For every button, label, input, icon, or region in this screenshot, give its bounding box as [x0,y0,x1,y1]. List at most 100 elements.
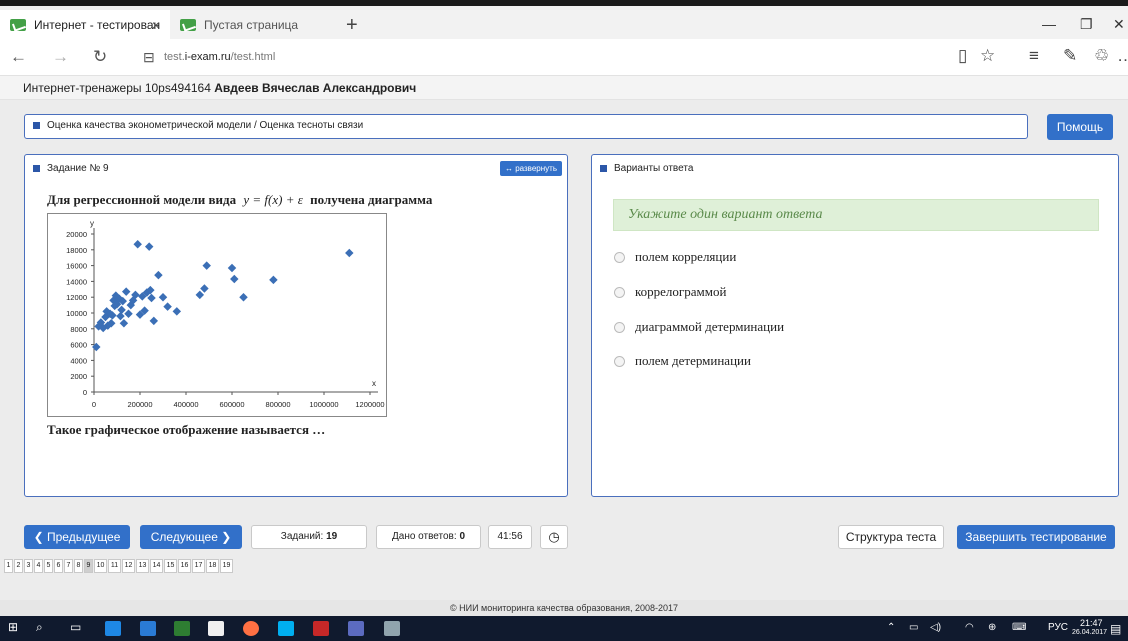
radio-button[interactable] [614,251,625,263]
web-note-icon[interactable]: ✎ [1063,46,1077,66]
refresh-icon[interactable]: ↻ [93,47,107,67]
pdf-reader-icon[interactable] [313,621,329,636]
answer-option-2[interactable]: коррелограммой [614,284,726,300]
show-hidden-icons[interactable]: ⌃ [887,622,895,633]
store-icon[interactable] [208,621,224,636]
clock-date[interactable]: 26.04.2017 [1072,629,1107,636]
y-axis-label: y [90,219,94,228]
footer-copyright: © НИИ мониторинга качества образования, … [0,600,1128,616]
network-icon[interactable]: ⊕ [988,622,996,633]
edge-browser-icon[interactable] [105,621,121,636]
page-button-13[interactable]: 13 [136,559,149,573]
square-bullet-icon [600,164,607,172]
page-button-14[interactable]: 14 [150,559,163,573]
test-structure-button[interactable]: Структура теста [838,525,944,549]
page-button-6[interactable]: 6 [54,559,63,573]
firefox-icon[interactable] [243,621,259,636]
data-point [163,302,172,311]
page-button-17[interactable]: 17 [192,559,205,573]
y-tick-label: 12000 [66,293,87,302]
data-point [92,342,101,352]
keyboard-icon[interactable]: ⌨ [1012,622,1026,633]
answer-option-4[interactable]: полем детерминации [614,353,751,369]
page-button-3[interactable]: 3 [24,559,33,573]
answer-option-3[interactable]: диаграммой детерминации [614,319,784,335]
radio-button[interactable] [614,355,625,367]
favorite-star-icon[interactable]: ☆ [980,46,995,66]
notifications-icon[interactable]: ▤ [1110,622,1121,636]
forward-icon[interactable]: → [52,47,69,67]
help-button[interactable]: Помощь [1047,114,1113,140]
page-button-12[interactable]: 12 [122,559,135,573]
radio-button[interactable] [614,321,625,333]
previous-button[interactable]: ❮ Предыдущее [24,525,130,549]
page-button-9[interactable]: 9 [84,559,93,573]
topic-text: Оценка качества эконометрической модели … [47,120,364,131]
minimize-icon[interactable]: — [1042,16,1056,32]
data-point [116,311,125,321]
task-view-icon[interactable]: ▭ [70,620,81,634]
task-title: Задание № 9 [33,163,109,174]
excel-icon[interactable] [174,621,190,636]
page-button-7[interactable]: 7 [64,559,73,573]
answer-hint: Укажите один вариант ответа [613,199,1099,231]
page-button-8[interactable]: 8 [74,559,83,573]
tab-internet-testing[interactable]: Интернет - тестирован × [0,10,170,39]
radio-button[interactable] [614,286,625,298]
new-tab-button[interactable]: + [346,14,358,37]
skype-icon[interactable] [278,621,294,636]
language-indicator[interactable]: РУС [1048,622,1068,633]
page-button-15[interactable]: 15 [164,559,177,573]
volume-icon[interactable]: ◁) [930,622,941,633]
tab-blank-page[interactable]: Пустая страница [170,10,338,39]
trainer-id: Интернет-тренажеры 10ps494164 [23,81,211,95]
share-icon[interactable]: ♲ [1094,46,1109,66]
main-content: Оценка качества эконометрической модели … [0,100,1128,600]
data-point [345,248,354,258]
url-field[interactable]: test.i-exam.ru/test.html [164,51,275,63]
y-tick-label: 6000 [70,341,87,350]
finish-test-button[interactable]: Завершить тестирование [957,525,1115,549]
page-button-10[interactable]: 10 [94,559,107,573]
answer-option-1[interactable]: полем корреляции [614,249,736,265]
x-tick-label: 400000 [173,400,198,409]
expand-button[interactable]: ↔ развернуть [499,161,562,176]
clock-time[interactable]: 21:47 [1080,618,1103,628]
battery-icon[interactable]: ▭ [909,622,918,633]
page-button-11[interactable]: 11 [108,559,121,573]
answered-count-box: Дано ответов: 0 [376,525,481,549]
data-point [158,292,168,302]
windows-start-icon[interactable]: ⊞ [8,620,18,634]
reading-view-icon[interactable]: ▯ [958,46,967,66]
page-button-1[interactable]: 1 [4,559,13,573]
hub-icon[interactable]: ≡ [1029,46,1039,66]
search-icon[interactable]: ⌕ [36,620,43,635]
data-point [172,307,182,316]
data-point [230,274,239,284]
y-tick-label: 8000 [70,325,87,334]
page-button-18[interactable]: 18 [206,559,219,573]
clock-icon[interactable]: ◷ [540,525,568,549]
image-viewer-icon[interactable] [384,621,400,636]
user-name: Авдеев Вячеслав Александрович [214,81,417,95]
close-window-icon[interactable]: ✕ [1113,16,1125,33]
close-tab-icon[interactable]: × [152,17,160,33]
page-button-2[interactable]: 2 [14,559,23,573]
more-icon[interactable]: … [1117,46,1128,66]
app-icon[interactable] [348,621,364,636]
data-point [154,270,163,280]
page-button-16[interactable]: 16 [178,559,191,573]
y-tick-label: 0 [83,388,87,397]
back-icon[interactable]: ← [10,47,27,67]
page-button-4[interactable]: 4 [34,559,43,573]
question-text-2: Такое графическое отображение называется… [47,422,326,437]
file-explorer-icon[interactable] [140,621,156,636]
square-bullet-icon [33,164,40,172]
page-button-19[interactable]: 19 [220,559,233,573]
maximize-icon[interactable]: ❐ [1080,16,1093,33]
next-button[interactable]: Следующее ❯ [140,525,242,549]
page-button-5[interactable]: 5 [44,559,53,573]
data-point [133,240,142,249]
data-point [195,290,205,300]
wifi-icon[interactable]: ◠ [965,622,974,633]
